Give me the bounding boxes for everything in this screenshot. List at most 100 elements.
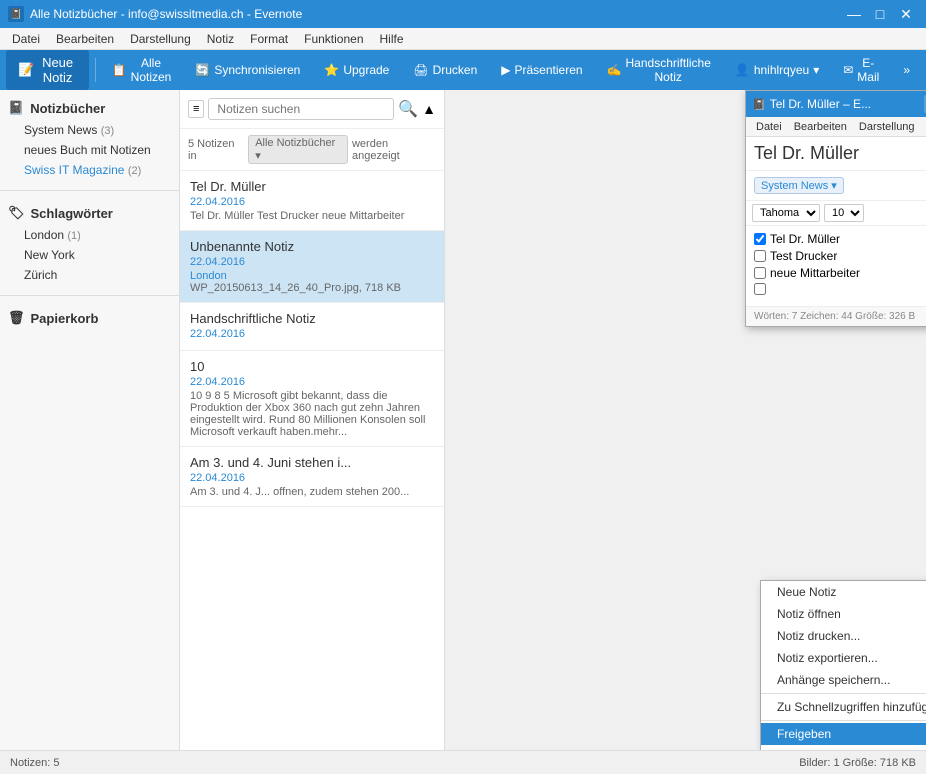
floating-note-tags: System News ▾ ≫ A [746, 171, 926, 201]
new-note-button[interactable]: 📝 Neue Notiz [6, 50, 89, 90]
sidebar-item-london[interactable]: London (1) [0, 225, 179, 245]
checkbox-label-1: Test Drucker [770, 249, 837, 263]
note-list-panel: ≡ 🔍 ▲ 5 Notizen in Alle Notizbücher ▾ we… [180, 90, 445, 750]
note-item-4[interactable]: Am 3. und 4. Juni stehen i... 22.04.2016… [180, 447, 444, 507]
ctx-item-anhaenge-speichern[interactable]: Anhänge speichern... [761, 669, 926, 691]
search-box [208, 98, 394, 120]
status-bar: Notizen: 5 Bilder: 1 Größe: 718 KB [0, 750, 926, 774]
ctx-divider-1 [761, 693, 926, 694]
toolbar-separator-1 [95, 58, 96, 82]
floating-note-menu: Datei Bearbeiten Darstellung Notiz [746, 117, 926, 137]
note-content-area: Tel Dr Müller 📓 Tel Dr. Müller – E... — … [445, 90, 926, 750]
menu-format[interactable]: Format [242, 30, 296, 48]
sidebar-item-new-york[interactable]: New York [0, 245, 179, 265]
main-layout: 📓 Notizbücher System News (3) neues Buch… [0, 90, 926, 750]
float-menu-notiz[interactable]: Notiz [921, 120, 926, 134]
float-menu-darstellung[interactable]: Darstellung [853, 120, 921, 134]
note-item-0[interactable]: Tel Dr. Müller 22.04.2016 Tel Dr. Müller… [180, 171, 444, 231]
note-item-1[interactable]: Unbenannte Notiz 22.04.2016 London WP_20… [180, 231, 444, 303]
print-button[interactable]: 🖨 Drucken [403, 59, 487, 81]
floating-note-footer: Wörten: 7 Zeichen: 44 Größe: 326 B [746, 306, 926, 326]
notebooks-header: 📓 Notizbücher [0, 96, 179, 120]
floating-note-toolbar: Tahoma 10 ≫ [746, 201, 926, 226]
menu-funktionen[interactable]: Funktionen [296, 30, 371, 48]
font-select[interactable]: Tahoma [752, 204, 820, 222]
note-title-3: 10 [190, 359, 434, 374]
ctx-item-notiz-offnen[interactable]: Notiz öffnen Strg+Enter [761, 603, 926, 625]
floating-note-main-title: Tel Dr. Müller [754, 143, 859, 164]
present-button[interactable]: ▶ Präsentieren [491, 59, 592, 81]
maximize-button[interactable]: □ [868, 4, 892, 24]
note-list-info: 5 Notizen in Alle Notizbücher ▾ werden a… [180, 129, 444, 171]
email-button[interactable]: ✉ E-Mail [833, 52, 889, 88]
email-icon: ✉ [843, 63, 853, 77]
more-button[interactable]: » [893, 59, 920, 81]
menu-bar: Datei Bearbeiten Darstellung Notiz Forma… [0, 28, 926, 50]
checkbox-2[interactable] [754, 267, 766, 279]
notebook-filter-badge[interactable]: Alle Notizbücher ▾ [248, 135, 348, 164]
keywords-section: 🏷 Schlagwörter London (1) New York Züric… [0, 195, 179, 291]
sidebar-toggle-button[interactable]: ▲ [422, 101, 436, 117]
user-icon: 👤 [735, 63, 750, 77]
search-input[interactable] [217, 102, 385, 116]
keywords-header: 🏷 Schlagwörter [0, 201, 179, 225]
notebooks-icon: 📓 [8, 100, 24, 116]
note-item-2[interactable]: Handschriftliche Notiz 22.04.2016 [180, 303, 444, 351]
minimize-button[interactable]: — [842, 4, 866, 24]
menu-darstellung[interactable]: Darstellung [122, 30, 199, 48]
trash-header[interactable]: 🗑 Papierkorb [0, 306, 179, 330]
upgrade-button[interactable]: ⭐ Upgrade [314, 59, 399, 81]
ctx-item-notiz-exportieren[interactable]: Notiz exportieren... [761, 647, 926, 669]
note-title-2: Handschriftliche Notiz [190, 311, 434, 326]
checkbox-item-3 [754, 283, 926, 295]
checkbox-0[interactable] [754, 233, 766, 245]
ctx-item-neue-notiz[interactable]: Neue Notiz Strg+N [761, 581, 926, 603]
context-menu: Neue Notiz Strg+N Notiz öffnen Strg+Ente… [760, 580, 926, 750]
tag-badge-system-news[interactable]: System News ▾ [754, 177, 844, 194]
menu-bearbeiten[interactable]: Bearbeiten [48, 30, 122, 48]
all-notes-button[interactable]: 📋 Alle Notizen [102, 52, 182, 88]
menu-hilfe[interactable]: Hilfe [372, 30, 412, 48]
handwriting-icon: ✍ [607, 63, 622, 77]
all-notes-icon: 📋 [112, 63, 127, 77]
ctx-item-schnellzugriff[interactable]: Zu Schnellzugriffen hinzufügen [761, 696, 926, 718]
ctx-item-notiz-drucken[interactable]: Notiz drucken... Strg+P [761, 625, 926, 647]
sidebar-item-swiss-it[interactable]: Swiss IT Magazine (2) [0, 160, 179, 180]
checkbox-item-0: Tel Dr. Müller [754, 232, 926, 246]
font-size-select[interactable]: 10 [824, 204, 864, 222]
close-button[interactable]: ✕ [894, 4, 918, 24]
sidebar-item-new-book[interactable]: neues Buch mit Notizen [0, 140, 179, 160]
menu-datei[interactable]: Datei [4, 30, 48, 48]
floating-note-titlebar: 📓 Tel Dr. Müller – E... — □ ✕ [746, 91, 926, 117]
note-preview-3: 10 9 8 5 Microsoft gibt bekannt, dass di… [190, 390, 434, 438]
floating-note-body-area: Tel Dr. Müller Test Drucker neue Mittarb… [746, 226, 926, 306]
user-button[interactable]: 👤 hnihlrqyeu ▾ [725, 59, 829, 81]
title-bar: 📓 Alle Notizbücher - info@swissitmedia.c… [0, 0, 926, 28]
floating-note-body: Tel Dr. Müller Test Drucker neue Mittarb… [746, 226, 926, 306]
checkbox-item-1: Test Drucker [754, 249, 926, 263]
ctx-item-evernote-link[interactable]: Evernote-Link der Notiz kopieren [761, 745, 926, 750]
note-preview-4: Am 3. und 4. J... offnen, zudem stehen 2… [190, 486, 434, 498]
note-title-1: Unbenannte Notiz [190, 239, 434, 254]
search-header: ≡ 🔍 ▲ [180, 90, 444, 129]
note-title-0: Tel Dr. Müller [190, 179, 434, 194]
checkbox-3[interactable] [754, 283, 766, 295]
trash-section: 🗑 Papierkorb [0, 300, 179, 336]
app-title: Alle Notizbücher - info@swissitmedia.ch … [30, 7, 302, 21]
checkbox-1[interactable] [754, 250, 766, 262]
handwriting-button[interactable]: ✍ Handschriftliche Notiz [597, 52, 721, 88]
ctx-item-freigeben[interactable]: Freigeben ▶ [761, 723, 926, 745]
sidebar-item-system-news[interactable]: System News (3) [0, 120, 179, 140]
floating-note-title-area: Tel Dr. Müller ℹ Info ▾ [746, 137, 926, 171]
floating-note-window: 📓 Tel Dr. Müller – E... — □ ✕ Datei Bear… [745, 90, 926, 327]
view-toggle-button[interactable]: ≡ [188, 100, 204, 118]
sidebar-item-zurich[interactable]: Zürich [0, 265, 179, 285]
note-item-3[interactable]: 10 22.04.2016 10 9 8 5 Microsoft gibt be… [180, 351, 444, 447]
float-menu-datei[interactable]: Datei [750, 120, 788, 134]
float-menu-bearbeiten[interactable]: Bearbeiten [788, 120, 853, 134]
search-button[interactable]: 🔍 [398, 99, 418, 119]
sync-button[interactable]: 🔄 Synchronisieren [185, 59, 310, 81]
new-note-icon: 📝 [18, 62, 34, 78]
menu-notiz[interactable]: Notiz [199, 30, 242, 48]
note-date-4: 22.04.2016 [190, 472, 434, 484]
